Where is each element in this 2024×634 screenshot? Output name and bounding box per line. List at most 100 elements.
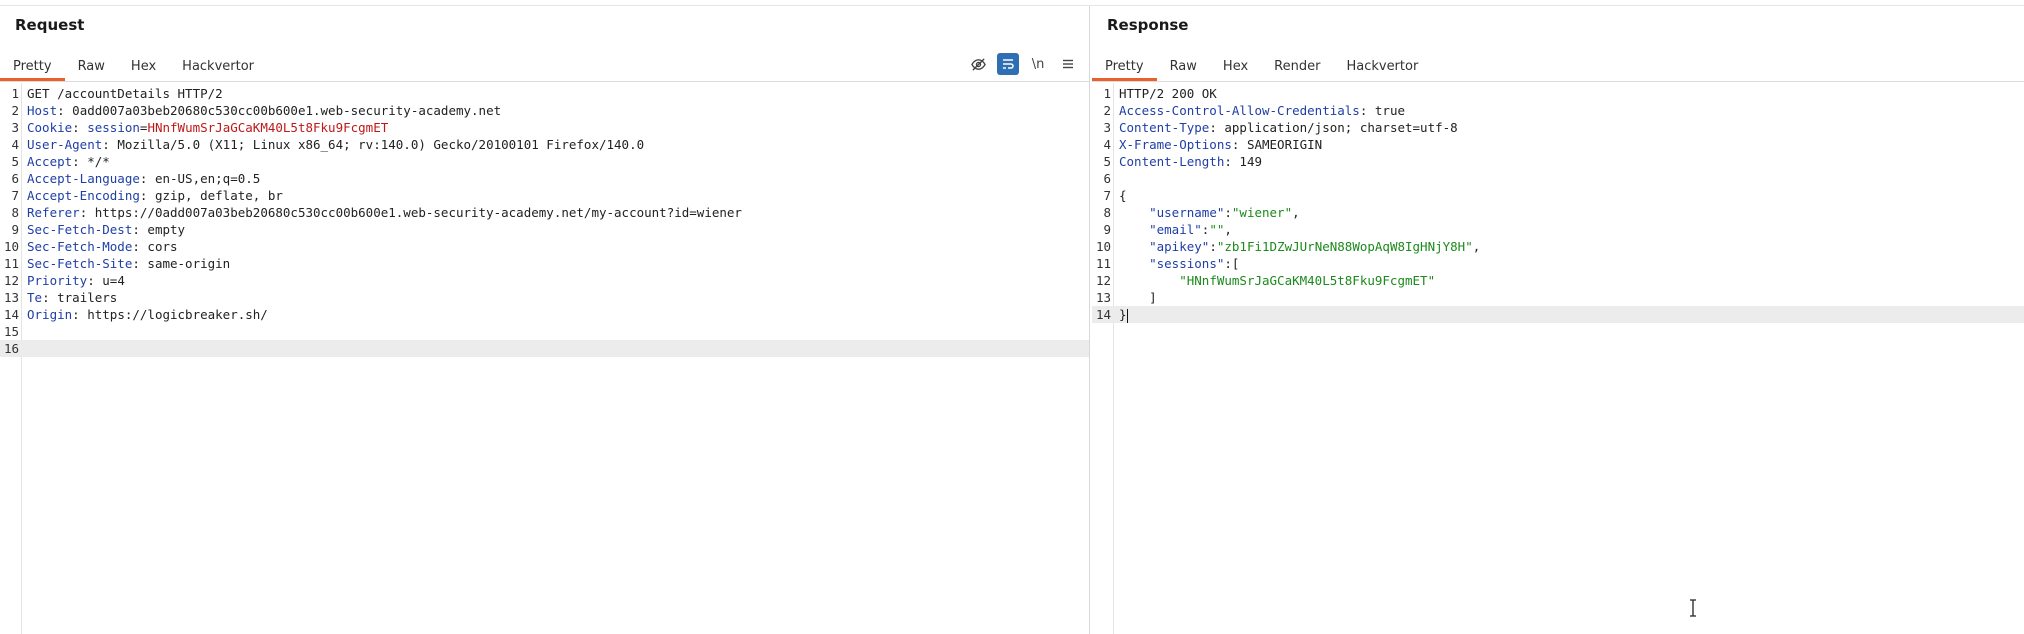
cookie-name: session — [87, 120, 140, 135]
line-content: Sec-Fetch-Mode: cors — [27, 239, 178, 254]
line-content: HTTP/2 200 OK — [1119, 85, 1217, 102]
line-number: 5 — [11, 154, 19, 169]
response-tab-raw[interactable]: Raw — [1157, 49, 1210, 81]
header-name: Cookie — [27, 120, 73, 135]
request-line: 13 Te: trailers — [0, 289, 1089, 306]
response-line: 2 Access-Control-Allow-Credentials: true — [1092, 102, 2024, 119]
header-value: gzip, deflate, br — [154, 188, 283, 203]
request-line: 2 Host: 0add007a03beb20680c530cc00b600e1.… — [0, 102, 1089, 119]
response-tab-hex[interactable]: Hex — [1210, 49, 1261, 81]
wrap-lines-icon[interactable] — [997, 53, 1019, 75]
response-line: 5 Content-Length: 149 — [1092, 153, 2024, 170]
request-line: 11 Sec-Fetch-Site: same-origin — [0, 255, 1089, 272]
line-content: "email":"", — [1149, 222, 1232, 237]
response-tabs-divider — [1092, 81, 2024, 82]
request-line: 14 Origin: https://logicbreaker.sh/ — [0, 306, 1089, 323]
line-content: } — [1119, 306, 1128, 323]
response-title: Response — [1107, 16, 1189, 34]
header-name: Sec-Fetch-Site — [27, 256, 133, 271]
request-line: 3 Cookie: session=HNnfWumSrJaGCaKM40L5t8F… — [0, 119, 1089, 136]
request-tab-hex[interactable]: Hex — [118, 49, 169, 81]
response-line: 12 "HNnfWumSrJaGCaKM40L5t8Fku9FcgmET" — [1092, 272, 2024, 289]
request-line: 6 Accept-Language: en-US,en;q=0.5 — [0, 170, 1089, 187]
json-value: "zb1Fi1DZwJUrNeN88WopAqW8IgHNjY8H" — [1216, 239, 1473, 254]
line-content: GET /accountDetails HTTP/2 — [27, 85, 223, 102]
line-content: Content-Type: application/json; charset=… — [1119, 120, 1458, 135]
json-value: [ — [1231, 256, 1240, 271]
cookie-value: HNnfWumSrJaGCaKM40L5t8Fku9FcgmET — [147, 120, 389, 135]
line-number: 13 — [3, 290, 19, 305]
line-content: Sec-Fetch-Site: same-origin — [27, 256, 231, 271]
response-line: 10 "apikey":"zb1Fi1DZwJUrNeN88WopAqW8IgH… — [1092, 238, 2024, 255]
json-value: "wiener" — [1231, 205, 1293, 220]
header-value: true — [1374, 103, 1405, 118]
request-line: 15 — [0, 323, 1089, 340]
response-tabs: Pretty Raw Hex Render Hackvertor — [1092, 49, 1431, 81]
header-name: Accept — [27, 154, 73, 169]
header-value: https://logicbreaker.sh/ — [87, 307, 268, 322]
line-number: 11 — [3, 256, 19, 271]
line-content: Accept-Encoding: gzip, deflate, br — [27, 188, 283, 203]
response-line: 11 "sessions":[ — [1092, 255, 2024, 272]
json-key: "apikey" — [1149, 239, 1210, 254]
response-editor[interactable]: 1 HTTP/2 200 OK 2 Access-Control-Allow-Cred… — [1092, 83, 2024, 634]
request-line: 16 — [0, 340, 1089, 357]
line-number: 7 — [11, 188, 19, 203]
line-number: 15 — [3, 324, 19, 339]
eye-slash-icon[interactable] — [967, 53, 989, 75]
header-value: SAMEORIGIN — [1246, 137, 1323, 152]
json-string: "HNnfWumSrJaGCaKM40L5t8Fku9FcgmET" — [1179, 273, 1436, 288]
response-line: 8 "username":"wiener", — [1092, 204, 2024, 221]
line-number: 10 — [1095, 239, 1111, 254]
request-tabs-divider — [0, 81, 1089, 82]
text-cursor-icon — [1690, 599, 1696, 617]
line-content: Cookie: session=HNnfWumSrJaGCaKM40L5t8Fk… — [27, 120, 389, 135]
line-number: 8 — [11, 205, 19, 220]
header-name: X-Frame-Options — [1119, 137, 1232, 152]
header-value: trailers — [57, 290, 118, 305]
line-text: GET /accountDetails HTTP/2 — [27, 86, 223, 101]
request-tab-hackvertor[interactable]: Hackvertor — [169, 49, 267, 81]
response-tab-render[interactable]: Render — [1261, 49, 1333, 81]
line-text: } — [1119, 307, 1127, 322]
line-content: { — [1119, 187, 1127, 204]
json-key: "sessions" — [1149, 256, 1225, 271]
request-tab-raw[interactable]: Raw — [65, 49, 118, 81]
header-value: */* — [87, 154, 110, 169]
line-number: 13 — [1095, 290, 1111, 305]
response-line: 14} — [1092, 306, 2024, 323]
newline-icon[interactable]: \n — [1027, 53, 1049, 75]
header-name: Content-Length — [1119, 154, 1225, 169]
response-line: 7{ — [1092, 187, 2024, 204]
line-number: 9 — [11, 222, 19, 237]
request-line: 12 Priority: u=4 — [0, 272, 1089, 289]
header-name: Access-Control-Allow-Credentials — [1119, 103, 1360, 118]
response-tab-pretty[interactable]: Pretty — [1092, 49, 1157, 81]
header-name: Content-Type — [1119, 120, 1210, 135]
line-number: 4 — [11, 137, 19, 152]
line-number: 6 — [11, 171, 19, 186]
request-line: 7 Accept-Encoding: gzip, deflate, br — [0, 187, 1089, 204]
line-number: 2 — [1103, 103, 1111, 118]
line-number: 9 — [1103, 222, 1111, 237]
line-text: HTTP/2 200 OK — [1119, 86, 1217, 101]
header-value: same-origin — [147, 256, 231, 271]
header-value: 0add007a03beb20680c530cc00b600e1.web-sec… — [72, 103, 502, 118]
line-content: Access-Control-Allow-Credentials: true — [1119, 103, 1405, 118]
request-line: 5 Accept: */* — [0, 153, 1089, 170]
request-tab-pretty[interactable]: Pretty — [0, 49, 65, 81]
request-line: 4 User-Agent: Mozilla/5.0 (X11; Linux x86… — [0, 136, 1089, 153]
line-content: X-Frame-Options: SAMEORIGIN — [1119, 137, 1323, 152]
response-line: 4 X-Frame-Options: SAMEORIGIN — [1092, 136, 2024, 153]
header-value: en-US,en;q=0.5 — [154, 171, 261, 186]
line-number: 3 — [11, 120, 19, 135]
text-caret — [1126, 308, 1128, 323]
json-key: "username" — [1149, 205, 1225, 220]
line-content: Priority: u=4 — [27, 273, 125, 288]
header-name: Accept-Encoding — [27, 188, 140, 203]
response-line: 9 "email":"", — [1092, 221, 2024, 238]
request-editor[interactable]: 1 GET /accountDetails HTTP/2 2 Host: 0add00… — [0, 83, 1089, 634]
response-tab-hackvertor[interactable]: Hackvertor — [1333, 49, 1431, 81]
request-line: 1 GET /accountDetails HTTP/2 — [0, 85, 1089, 102]
menu-icon[interactable] — [1057, 53, 1079, 75]
